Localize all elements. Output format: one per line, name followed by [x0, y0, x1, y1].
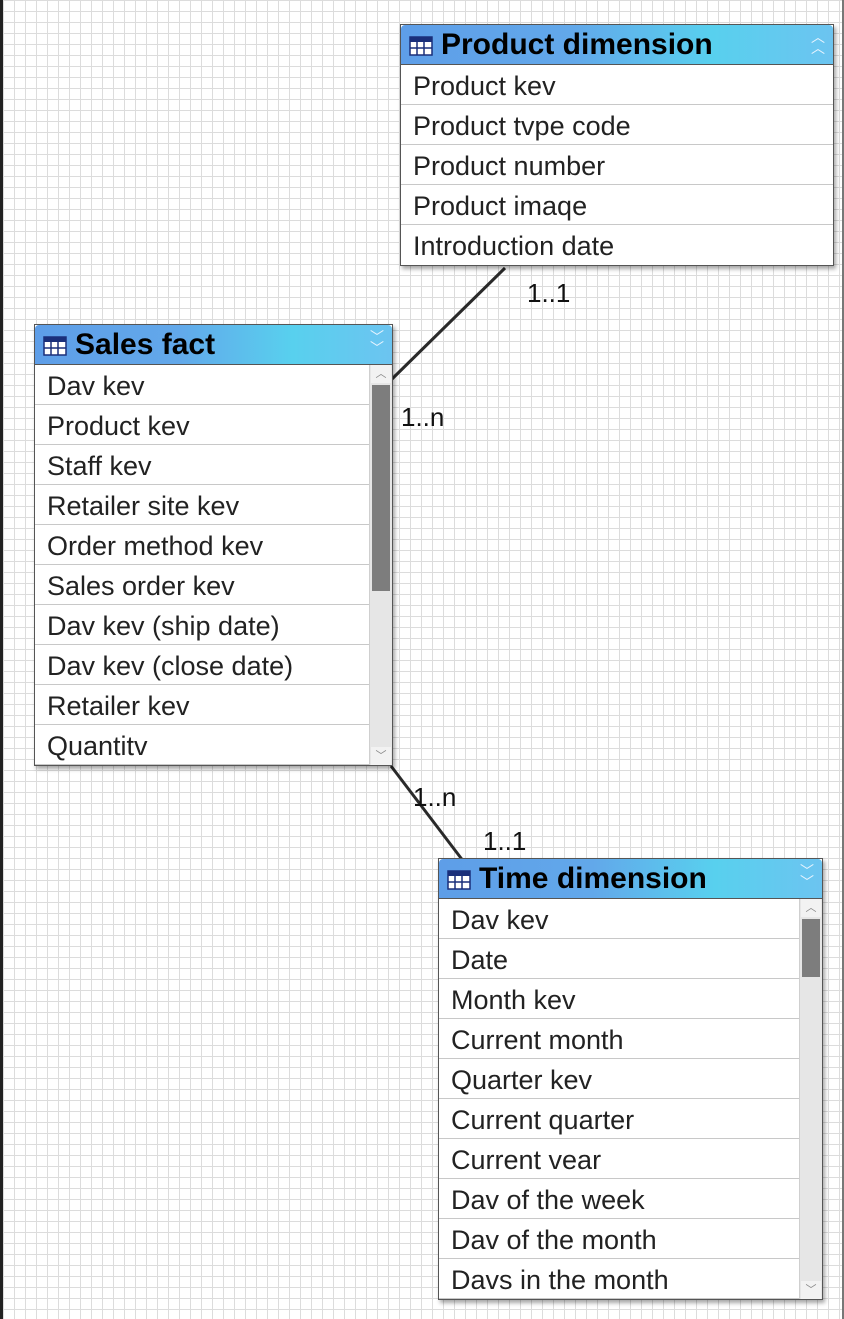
table-title: Time dimension — [479, 861, 707, 895]
table-row[interactable]: Quarter kev — [439, 1059, 822, 1099]
table-row[interactable]: Month kev — [439, 979, 822, 1019]
table-row[interactable]: Quantitv — [35, 725, 392, 765]
table-row[interactable]: Product tvpe code — [401, 105, 833, 145]
table-icon — [447, 869, 471, 890]
table-rows: Dav kev Date Month kev Current month Qua… — [439, 899, 822, 1299]
table-icon — [409, 35, 433, 56]
table-rows: Dav kev Product kev Staff kev Retailer s… — [35, 365, 392, 765]
table-row[interactable]: Product number — [401, 145, 833, 185]
table-row[interactable]: Product kev — [35, 405, 392, 445]
scrollbar-thumb[interactable] — [372, 385, 390, 591]
scrollbar-thumb[interactable] — [802, 919, 820, 977]
scroll-up-arrow-icon[interactable]: ︿ — [801, 899, 821, 917]
collapse-up-icon[interactable]: ︿ ︿ — [809, 31, 827, 56]
table-row[interactable]: Order method kev — [35, 525, 392, 565]
table-row[interactable]: Davs in the month — [439, 1259, 822, 1299]
scroll-up-arrow-icon[interactable]: ︿ — [371, 365, 391, 383]
table-row[interactable]: Retailer site kev — [35, 485, 392, 525]
table-row[interactable]: Dav kev — [35, 365, 392, 405]
vertical-scrollbar[interactable]: ︿ ﹀ — [369, 365, 392, 765]
cardinality-sales-product-side: 1..n — [401, 402, 444, 432]
table-header[interactable]: Sales fact ﹀ ﹀ — [35, 325, 392, 365]
table-title: Product dimension — [441, 27, 713, 61]
scroll-down-arrow-icon[interactable]: ﹀ — [801, 1281, 821, 1299]
table-row[interactable]: Introduction date — [401, 225, 833, 265]
table-icon — [43, 335, 67, 356]
table-row[interactable]: Current vear — [439, 1139, 822, 1179]
cardinality-time-side: 1..1 — [483, 826, 526, 856]
table-row[interactable]: Current quarter — [439, 1099, 822, 1139]
table-row[interactable]: Dav kev (close date) — [35, 645, 392, 685]
table-title: Sales fact — [75, 327, 216, 361]
table-row[interactable]: Dav kev — [439, 899, 822, 939]
scroll-down-arrow-icon[interactable]: ﹀ — [371, 747, 391, 765]
table-row[interactable]: Staff kev — [35, 445, 392, 485]
link-sales-product[interactable] — [389, 266, 507, 382]
cardinality-product-side: 1..1 — [527, 278, 570, 308]
expand-down-icon[interactable]: ﹀ ﹀ — [798, 865, 816, 890]
cardinality-sales-time-side: 1..n — [413, 782, 456, 812]
table-row[interactable]: Current month — [439, 1019, 822, 1059]
expand-down-icon[interactable]: ﹀ ﹀ — [368, 331, 386, 356]
vertical-scrollbar[interactable]: ︿ ﹀ — [799, 899, 822, 1299]
table-rows: Product kev Product tvpe code Product nu… — [401, 65, 833, 265]
table-header[interactable]: Product dimension ︿ ︿ — [401, 25, 833, 65]
table-row[interactable]: Product imaqe — [401, 185, 833, 225]
sales-fact-table[interactable]: Sales fact ﹀ ﹀ Dav kev Product kev Staff … — [34, 324, 393, 766]
table-row[interactable]: Dav kev (ship date) — [35, 605, 392, 645]
table-row[interactable]: Date — [439, 939, 822, 979]
table-row[interactable]: Sales order kev — [35, 565, 392, 605]
time-dimension-table[interactable]: Time dimension ﹀ ﹀ Dav kev Date Month kev… — [438, 858, 823, 1300]
table-row[interactable]: Dav of the month — [439, 1219, 822, 1259]
product-dimension-table[interactable]: Product dimension ︿ ︿ Product kev Product… — [400, 24, 834, 266]
table-row[interactable]: Retailer kev — [35, 685, 392, 725]
table-row[interactable]: Product kev — [401, 65, 833, 105]
diagram-canvas: 1..1 1..n 1..n 1..1 Product dimension ︿ ︿… — [0, 0, 844, 1319]
table-header[interactable]: Time dimension ﹀ ﹀ — [439, 859, 822, 899]
table-row[interactable]: Dav of the week — [439, 1179, 822, 1219]
link-sales-time[interactable] — [389, 765, 469, 867]
